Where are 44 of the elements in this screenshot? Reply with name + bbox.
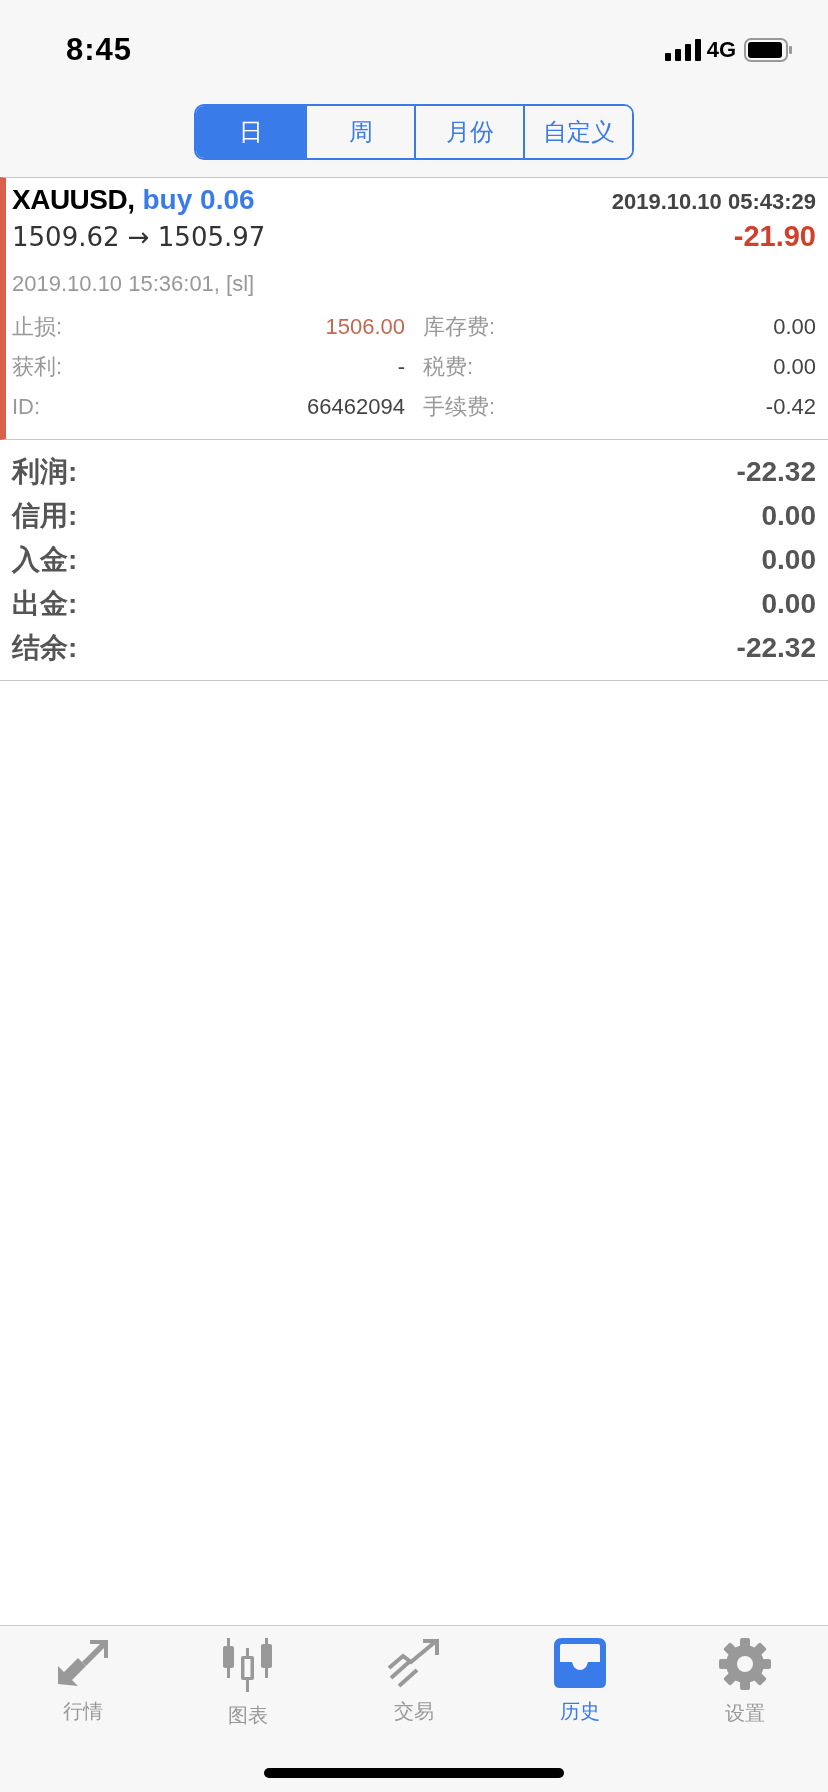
detail-label: 止损: — [12, 313, 63, 341]
summary-label: 出金: — [12, 587, 78, 621]
detail-label: 库存费: — [423, 313, 496, 341]
summary-value: 0.00 — [761, 544, 816, 576]
clock-time: 8:45 — [66, 32, 134, 68]
settings-icon — [719, 1638, 772, 1690]
detail-value: -0.42 — [765, 394, 816, 420]
close-info: 2019.10.10 15:36:01, [sl] — [12, 271, 256, 297]
summary-value: -22.32 — [736, 632, 816, 664]
order-type: buy 0.06 — [142, 184, 255, 215]
symbol-label: XAUUSD, — [12, 184, 135, 215]
nav-tab[interactable]: 历史 — [496, 1638, 663, 1729]
detail-value: 0.00 — [773, 314, 816, 340]
nav-tab[interactable]: 图表 — [165, 1638, 332, 1729]
battery-icon — [744, 38, 792, 62]
detail-label: 税费: — [423, 353, 474, 381]
home-indicator[interactable] — [264, 1768, 564, 1778]
detail-label: ID: — [12, 394, 41, 420]
summary-value: 0.00 — [761, 588, 816, 620]
summary-label: 结余: — [12, 631, 78, 665]
detail-label: 手续费: — [423, 393, 496, 421]
period-tab[interactable]: 自定义 — [523, 106, 632, 158]
signal-icon — [664, 39, 701, 61]
detail-label: 获利: — [12, 353, 63, 381]
network-label: 4G — [706, 37, 736, 63]
nav-tab[interactable]: 设置 — [662, 1638, 828, 1729]
trend-arrow-icon — [387, 1638, 441, 1688]
summary-value: -22.32 — [736, 456, 816, 488]
detail-value: 66462094 — [307, 394, 405, 420]
profit-value: -21.90 — [733, 220, 816, 253]
open-time: 2019.10.10 05:43:29 — [611, 189, 816, 215]
detail-value: 1506.00 — [325, 314, 405, 340]
nav-tab[interactable]: 行情 — [0, 1638, 166, 1729]
summary-label: 信用: — [12, 499, 78, 533]
arrows-icon — [55, 1638, 110, 1688]
nav-tab[interactable]: 交易 — [331, 1638, 497, 1729]
detail-value: 0.00 — [773, 354, 816, 380]
summary-value: 0.00 — [761, 500, 816, 532]
detail-value: - — [397, 354, 405, 380]
summary-label: 利润: — [12, 455, 78, 489]
inbox-icon — [553, 1638, 606, 1688]
period-tab[interactable]: 日 — [196, 106, 305, 158]
summary-label: 入金: — [12, 543, 78, 577]
price-change: 1509.62 → 1505.97 — [12, 222, 266, 252]
